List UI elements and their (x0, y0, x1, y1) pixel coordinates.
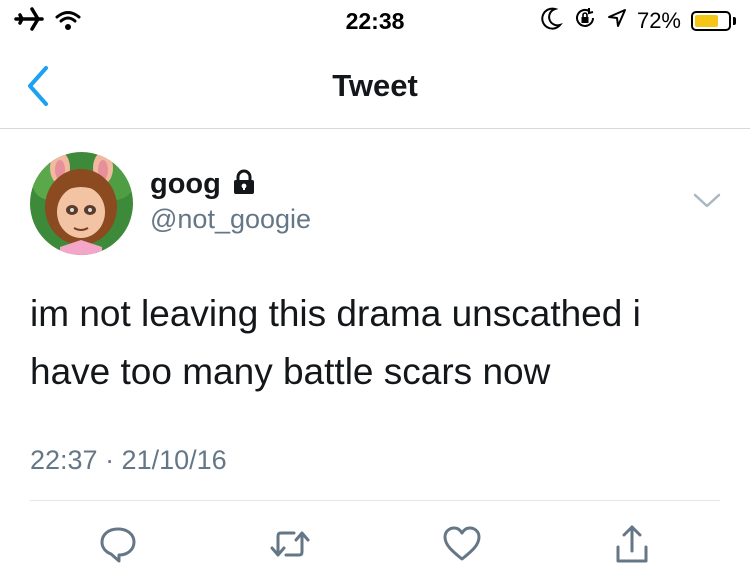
battery-fill (695, 14, 719, 27)
page-title: Tweet (332, 68, 418, 103)
tweet-options-button[interactable] (692, 190, 722, 212)
tweet-text: im not leaving this drama unscathed i ha… (30, 293, 641, 392)
nav-bar: Tweet (0, 42, 750, 129)
battery-icon (691, 10, 731, 31)
share-icon (616, 525, 648, 563)
reply-button[interactable] (94, 520, 142, 568)
location-arrow-icon (607, 8, 627, 33)
battery-percent: 72% (636, 7, 681, 33)
lock-icon (231, 169, 257, 200)
tweet-timestamp: 22:37 · 21/10/16 (30, 445, 227, 475)
share-button[interactable] (608, 520, 656, 568)
tweet-actions (0, 520, 750, 570)
heart-icon (443, 526, 481, 561)
author-name-row: goog (150, 168, 257, 201)
user-handle[interactable]: @not_googie (150, 204, 311, 235)
retweet-icon (270, 531, 310, 557)
like-button[interactable] (438, 520, 486, 568)
status-right: 72% (541, 6, 736, 35)
rotation-lock-icon (573, 6, 597, 35)
reply-icon (100, 527, 136, 563)
retweet-button[interactable] (266, 520, 314, 568)
battery-tip (733, 16, 736, 25)
display-name[interactable]: goog (150, 168, 221, 201)
avatar[interactable] (30, 152, 133, 255)
chevron-down-icon (693, 193, 721, 208)
status-bar: 22:38 72% (0, 0, 750, 42)
moon-icon (541, 6, 563, 35)
divider (30, 500, 720, 501)
